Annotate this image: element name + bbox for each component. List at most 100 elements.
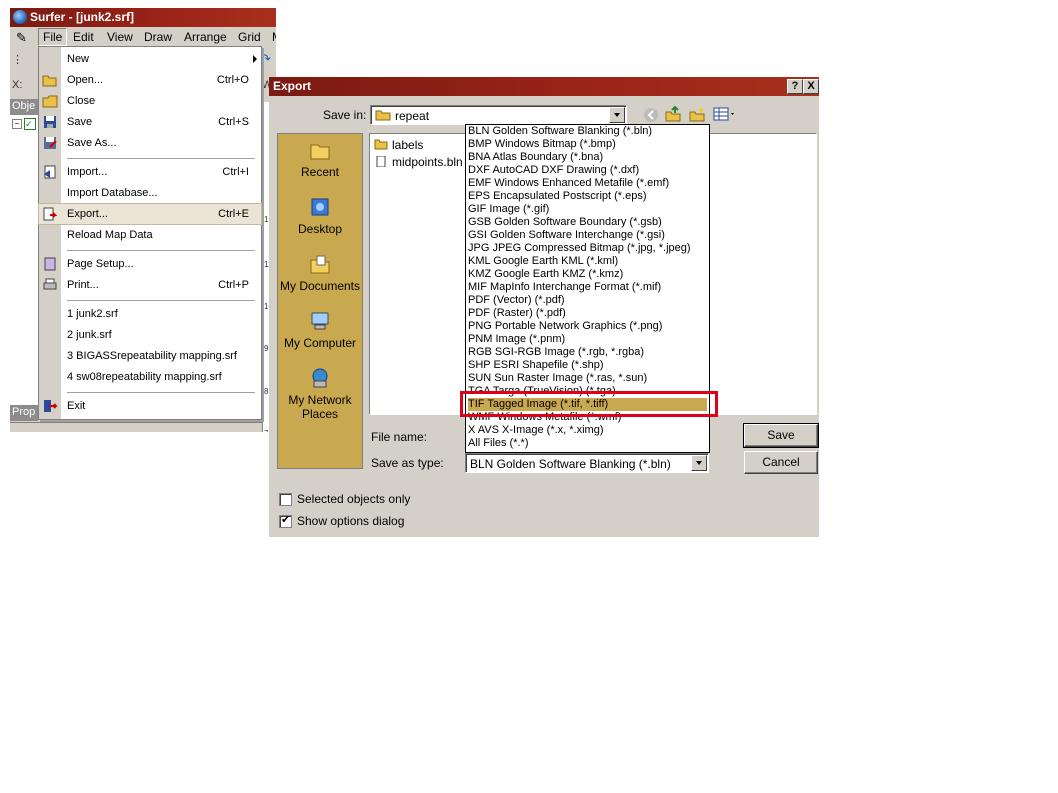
menu-item-page-setup[interactable]: Page Setup...: [39, 254, 261, 274]
type-option[interactable]: EMF Windows Enhanced Metafile (*.emf): [468, 177, 707, 190]
file-item-labels[interactable]: labels: [374, 138, 423, 152]
close-button[interactable]: X: [803, 79, 819, 94]
surfer-app-icon: [13, 10, 27, 24]
menu-item-print[interactable]: Print... Ctrl+P: [39, 275, 261, 295]
menu-item-label: New: [67, 53, 90, 65]
cancel-button[interactable]: Cancel: [744, 451, 818, 474]
menu-item-save-as[interactable]: Save As...: [39, 133, 261, 153]
type-option[interactable]: PDF (Vector) (*.pdf): [468, 294, 707, 307]
export-icon: [43, 207, 58, 221]
type-option[interactable]: MIF MapInfo Interchange Format (*.mif): [468, 281, 707, 294]
chevron-down-icon[interactable]: [609, 107, 625, 123]
save-in-select[interactable]: repeat: [370, 105, 627, 125]
place-my-computer[interactable]: My Computer: [278, 311, 362, 350]
type-option[interactable]: BLN Golden Software Blanking (*.bln): [468, 125, 707, 138]
place-label: Desktop: [297, 222, 343, 236]
type-option[interactable]: SUN Sun Raster Image (*.ras, *.sun): [468, 372, 707, 385]
help-button[interactable]: ?: [787, 79, 803, 94]
menu-item-label: Page Setup...: [67, 258, 134, 270]
menu-arrange[interactable]: Arrange: [184, 30, 227, 44]
type-option[interactable]: JPG JPEG Compressed Bitmap (*.jpg, *.jpe…: [468, 242, 707, 255]
menu-item-open[interactable]: Open... Ctrl+O: [39, 70, 261, 90]
type-option[interactable]: KMZ Google Earth KMZ (*.kmz): [468, 268, 707, 281]
save-button[interactable]: Save: [743, 423, 819, 448]
menu-item-save[interactable]: Save Ctrl+S: [39, 112, 261, 132]
menu-separator: [67, 158, 255, 159]
save-disk-icon: [44, 116, 56, 128]
type-option[interactable]: BMP Windows Bitmap (*.bmp): [468, 138, 707, 151]
recent-icon: [310, 144, 330, 160]
menu-grid[interactable]: Grid: [238, 30, 261, 44]
bottom-tabs[interactable]: [10, 422, 276, 432]
places-bar: Recent Desktop My Documents My Computer …: [277, 133, 363, 469]
menu-item-label: 1 junk2.srf: [67, 308, 118, 320]
menu-item-export[interactable]: Export... Ctrl+E: [38, 203, 262, 225]
chevron-down-icon[interactable]: [691, 455, 707, 471]
type-option[interactable]: GIF Image (*.gif): [468, 203, 707, 216]
menu-edit[interactable]: Edit: [73, 30, 94, 44]
ruler-label: 9: [264, 344, 269, 353]
tree-collapse-icon[interactable]: −: [12, 119, 22, 129]
my-computer-icon: [311, 312, 329, 330]
menu-item-recent-1[interactable]: 1 junk2.srf: [39, 304, 261, 324]
save-in-value: repeat: [395, 109, 430, 123]
menu-item-exit[interactable]: Exit: [39, 396, 261, 416]
menu-item-shortcut: Ctrl+I: [222, 166, 249, 178]
type-option[interactable]: PDF (Raster) (*.pdf): [468, 307, 707, 320]
type-option[interactable]: DXF AutoCAD DXF Drawing (*.dxf): [468, 164, 707, 177]
menu-draw[interactable]: Draw: [144, 30, 172, 44]
menu-item-label: 3 BIGASSrepeatability mapping.srf: [67, 350, 237, 362]
type-option[interactable]: X AVS X-Image (*.x, *.ximg): [468, 424, 707, 437]
menu-item-new[interactable]: New: [39, 49, 261, 69]
type-option[interactable]: KML Google Earth KML (*.kml): [468, 255, 707, 268]
file-item-name: labels: [392, 138, 424, 152]
surfer-title-bar[interactable]: Surfer - [junk2.srf]: [10, 8, 276, 27]
visibility-check-icon[interactable]: ✓: [24, 118, 36, 130]
type-option[interactable]: All Files (*.*): [468, 437, 707, 450]
selected-objects-only-checkbox[interactable]: [279, 493, 292, 506]
new-folder-icon[interactable]: [689, 106, 705, 122]
back-icon[interactable]: [643, 107, 659, 123]
type-option[interactable]: EPS Encapsulated Postscript (*.eps): [468, 190, 707, 203]
file-item-midpoints[interactable]: midpoints.bln: [374, 155, 463, 169]
type-option[interactable]: GSB Golden Software Boundary (*.gsb): [468, 216, 707, 229]
type-option[interactable]: SHP ESRI Shapefile (*.shp): [468, 359, 707, 372]
type-option[interactable]: RGB SGI-RGB Image (*.rgb, *.rgba): [468, 346, 707, 359]
menu-more[interactable]: M: [272, 30, 276, 44]
type-option[interactable]: BNA Atlas Boundary (*.bna): [468, 151, 707, 164]
view-menu-icon[interactable]: [713, 106, 737, 122]
property-manager-label: Prop: [12, 406, 36, 418]
menu-item-label: Export...: [67, 208, 108, 220]
menu-item-label: Save: [67, 116, 93, 128]
menu-view[interactable]: View: [107, 30, 133, 44]
close-folder-icon: [42, 95, 58, 108]
type-option[interactable]: GSI Golden Software Interchange (*.gsi): [468, 229, 707, 242]
submenu-arrow-icon: [253, 55, 257, 63]
place-my-network-places[interactable]: My Network Places: [278, 368, 362, 421]
menu-item-import-database[interactable]: Import Database...: [39, 183, 261, 203]
menu-item-label: Reload Map Data: [67, 229, 153, 241]
type-option[interactable]: PNG Portable Network Graphics (*.png): [468, 320, 707, 333]
menu-item-import[interactable]: Import... Ctrl+I: [39, 162, 261, 182]
up-folder-icon[interactable]: [665, 106, 681, 122]
checkmark-icon: ✔: [281, 514, 291, 526]
pen-icon[interactable]: ✎: [16, 30, 27, 46]
menu-item-recent-2[interactable]: 2 junk.srf: [39, 325, 261, 345]
place-my-documents[interactable]: My Documents: [278, 254, 362, 293]
save-as-type-select[interactable]: BLN Golden Software Blanking (*.bln): [465, 453, 709, 473]
place-desktop[interactable]: Desktop: [278, 197, 362, 236]
save-as-icon: [44, 137, 57, 149]
show-options-dialog-checkbox[interactable]: ✔: [279, 514, 292, 528]
export-title-bar[interactable]: Export ? X: [269, 77, 819, 96]
menu-item-close[interactable]: Close: [39, 91, 261, 111]
ruler-label: 8: [264, 387, 269, 396]
menu-item-reload-map-data[interactable]: Reload Map Data: [39, 225, 261, 245]
object-manager-tree[interactable]: − ✓: [10, 115, 39, 405]
menu-file[interactable]: File: [38, 28, 68, 46]
menu-item-recent-4[interactable]: 4 sw08repeatability mapping.srf: [39, 367, 261, 387]
type-option[interactable]: PNM Image (*.pnm): [468, 333, 707, 346]
selected-objects-only-label: Selected objects only: [297, 492, 411, 506]
menu-item-recent-3[interactable]: 3 BIGASSrepeatability mapping.srf: [39, 346, 261, 366]
menu-item-label: Import Database...: [67, 187, 158, 199]
place-recent[interactable]: Recent: [278, 140, 362, 179]
